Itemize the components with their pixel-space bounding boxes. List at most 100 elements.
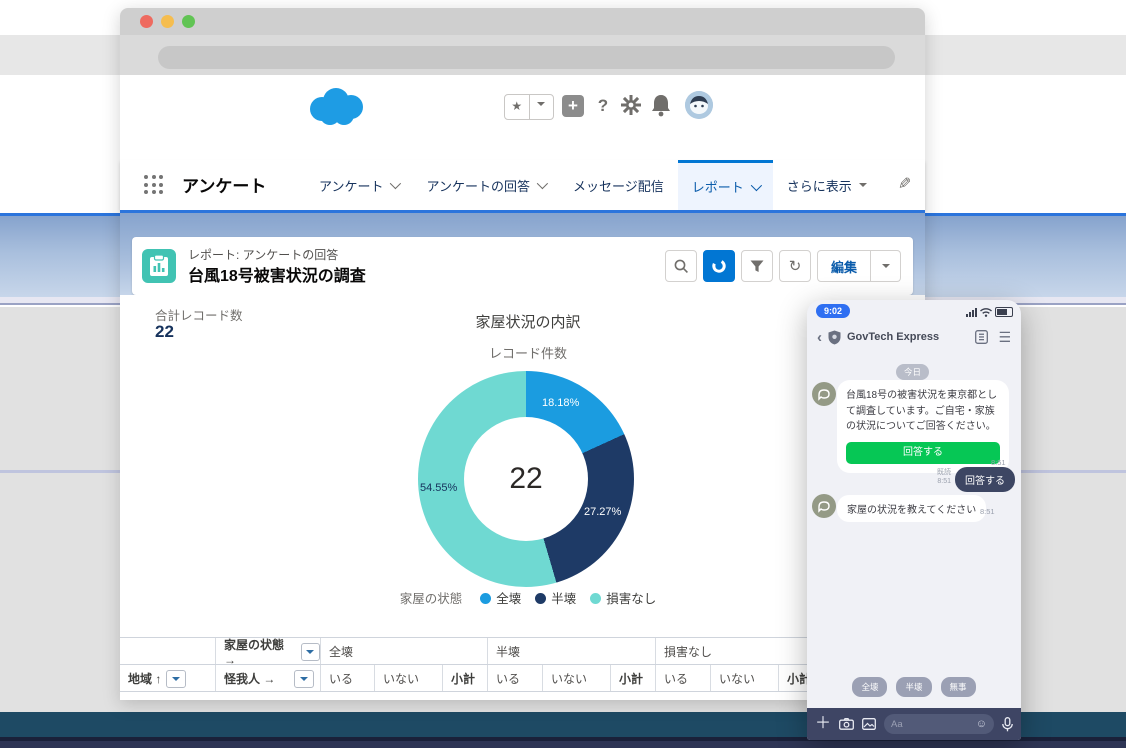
slice-label-zenkai: 18.18% (542, 397, 579, 409)
subcol-inai: いない (374, 665, 442, 692)
column-region[interactable]: 地域 ↑ (120, 665, 215, 692)
quick-reply-hankai[interactable]: 半壊 (896, 677, 931, 697)
group-header-hankai: 半壊 (487, 638, 655, 665)
legend-dot (535, 593, 546, 604)
minimize-window-button[interactable] (161, 15, 174, 28)
background-footer-band (0, 741, 1126, 748)
column-house-state[interactable]: 家屋の状態 → (215, 638, 320, 665)
browser-window: ★ + ? (120, 8, 925, 700)
answer-button[interactable]: 回答する (846, 442, 1000, 464)
edit-nav-pencil-icon[interactable]: ✎ (898, 174, 911, 194)
message-time: 8:51 (991, 458, 1006, 467)
bot-message-bubble: 台風18号の被害状況を東京都として調査しています。ご自宅・家族の状況についてご回… (837, 380, 1009, 473)
subcol-iru: いる (487, 665, 542, 692)
toggle-chart-button[interactable] (703, 250, 735, 282)
chevron-down-icon[interactable] (390, 178, 401, 189)
tab-more[interactable]: さらに表示 (773, 160, 881, 210)
donut-chart-icon (711, 258, 727, 274)
browser-toolbar (120, 35, 925, 75)
slice-label-hankai: 27.27% (584, 506, 621, 518)
tab-reports[interactable]: レポート (678, 160, 773, 210)
chart-legend: 家屋の状態 全壊 半壊 損害なし (228, 588, 828, 607)
favorites-control[interactable]: ★ (504, 94, 554, 120)
donut-center-total: 22 (464, 417, 588, 541)
quick-reply-buji[interactable]: 無事 (941, 677, 976, 697)
edit-button[interactable]: 編集 (817, 250, 871, 282)
nav-tabs: アンケート アンケートの回答 メッセージ配信 レポート さらに表示 (305, 160, 881, 210)
chat-input-bar: ＋ Aa ☺ (807, 708, 1021, 740)
status-time: 9:02 (816, 304, 850, 318)
edit-button-group: 編集 (817, 250, 901, 282)
donut-chart[interactable]: 22 18.18% 27.27% 54.55% (418, 371, 634, 587)
caret-down-icon (882, 264, 890, 272)
photo-gallery-icon[interactable] (862, 718, 876, 730)
wifi-icon (980, 308, 992, 317)
setup-gear-icon[interactable] (620, 94, 642, 116)
line-chat-panel: 9:02 ‹ GovTech Express (807, 300, 1021, 740)
quick-reply-row: 全壊 半壊 無事 (807, 677, 1021, 697)
edit-dropdown-button[interactable] (871, 250, 901, 282)
quick-reply-zenkai[interactable]: 全壊 (852, 677, 887, 697)
app-name: アンケート (182, 172, 266, 197)
filter-funnel-icon (750, 260, 764, 273)
notifications-bell-icon[interactable] (650, 93, 672, 117)
user-message-bubble: 回答する (955, 467, 1015, 492)
refresh-icon: ↻ (789, 257, 802, 275)
table-header-row-1: 家屋の状態 → 全壊 半壊 損害なし (120, 637, 925, 664)
cell-signal-icon (966, 308, 977, 317)
report-body: 合計レコード数 22 家屋状況の内訳 レコード件数 22 18.18% 27.2… (120, 295, 925, 700)
legend-item[interactable]: 半壊 (535, 588, 576, 607)
tab-survey-responses[interactable]: アンケートの回答 (412, 160, 558, 210)
search-icon (674, 259, 688, 273)
subcol-inai: いない (542, 665, 610, 692)
help-icon[interactable]: ? (592, 95, 614, 117)
salesforce-logo-icon (306, 85, 370, 127)
back-chevron-icon[interactable]: ‹ (817, 329, 822, 346)
report-header-card: レポート: アンケートの回答 台風18号被害状況の調査 (132, 237, 913, 295)
favorites-dropdown-icon[interactable] (530, 95, 554, 119)
tab-survey[interactable]: アンケート (305, 160, 412, 210)
salesforce-global-header: ★ + ? (120, 75, 925, 133)
zoom-window-button[interactable] (182, 15, 195, 28)
window-titlebar[interactable] (120, 8, 925, 35)
close-window-button[interactable] (140, 15, 153, 28)
tab-message-delivery[interactable]: メッセージ配信 (559, 160, 678, 210)
verified-shield-icon (828, 330, 841, 345)
app-launcher-icon[interactable] (144, 175, 164, 195)
add-attachment-icon[interactable]: ＋ (815, 716, 831, 732)
status-icons (966, 307, 1013, 317)
search-report-button[interactable] (665, 250, 697, 282)
bot-avatar (812, 494, 836, 518)
slice-label-songainashi: 54.55% (420, 482, 457, 494)
filter-button[interactable] (741, 250, 773, 282)
chevron-down-icon[interactable] (537, 178, 548, 189)
chat-date-label: 今日 (896, 364, 929, 380)
message-text: 台風18号の被害状況を東京都として調査しています。ご自宅・家族の状況についてご回… (846, 390, 997, 432)
menu-hamburger-icon[interactable]: ☰ (998, 329, 1011, 346)
legend-item[interactable]: 全壊 (480, 588, 521, 607)
message-input[interactable]: Aa ☺ (884, 714, 994, 734)
group-header-zenkai: 全壊 (320, 638, 487, 665)
report-type-label: レポート: アンケートの回答 (188, 246, 338, 263)
emoji-icon[interactable]: ☺ (976, 718, 987, 730)
user-avatar[interactable] (685, 91, 713, 119)
global-actions-button[interactable]: + (562, 95, 584, 117)
chat-contact-name: GovTech Express (847, 331, 939, 343)
caret-down-icon (859, 183, 867, 191)
app-navigation-bar: アンケート アンケート アンケートの回答 メッセージ配信 レポート さらに表示 … (120, 160, 925, 210)
camera-icon[interactable] (839, 718, 854, 730)
column-dropdown-button[interactable] (301, 643, 320, 661)
legend-item[interactable]: 損害なし (590, 588, 656, 607)
bot-message-bubble: 家屋の状況を教えてください (837, 495, 986, 522)
microphone-icon[interactable] (1002, 717, 1013, 732)
refresh-button[interactable]: ↻ (779, 250, 811, 282)
battery-icon (995, 307, 1013, 317)
column-dropdown-button[interactable] (166, 670, 186, 688)
address-bar[interactable] (158, 46, 895, 69)
notes-icon[interactable] (975, 330, 988, 344)
column-injured[interactable]: 怪我人 → (215, 665, 320, 692)
column-dropdown-button[interactable] (294, 670, 314, 688)
chevron-down-icon[interactable] (750, 179, 761, 190)
chart-title: 家屋状況の内訳 (228, 311, 828, 332)
star-icon[interactable]: ★ (505, 95, 529, 119)
